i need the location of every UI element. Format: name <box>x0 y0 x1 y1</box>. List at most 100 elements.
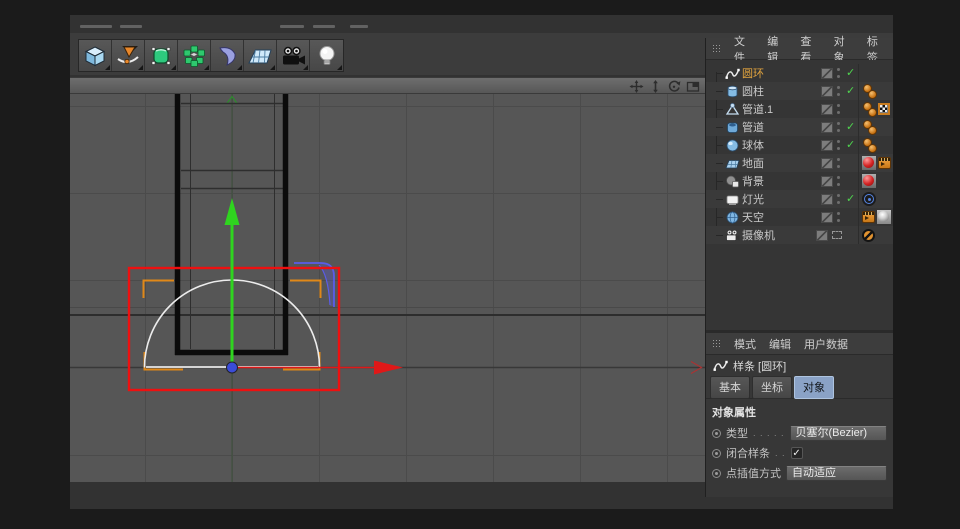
object-row[interactable]: 灯光✓ <box>706 190 893 208</box>
interpolation-dropdown[interactable]: 自动适应 <box>786 466 887 481</box>
object-row[interactable]: 地面 <box>706 154 893 172</box>
modeling-array-button[interactable] <box>178 40 211 71</box>
menu-item[interactable]: 用户数据 <box>804 336 848 352</box>
attribute-manager-menu: 模式编辑用户数据 <box>706 333 893 355</box>
leader-dots: . . <box>775 448 786 458</box>
visibility-dots[interactable] <box>837 68 843 79</box>
pen-spline-icon <box>115 44 141 68</box>
light-tool-button[interactable] <box>310 40 343 71</box>
keyframe-circle-icon[interactable] <box>712 429 721 438</box>
menu-item[interactable]: 模式 <box>734 336 756 352</box>
menu-smudge <box>120 25 142 28</box>
close-spline-checkbox[interactable]: ✓ <box>791 447 803 459</box>
object-row[interactable]: 管道.1 <box>706 100 893 118</box>
keyframe-circle-icon[interactable] <box>712 469 721 478</box>
object-row[interactable]: 管道✓ <box>706 118 893 136</box>
dropdown-corner <box>138 65 143 70</box>
compositing-tag[interactable] <box>862 211 875 223</box>
compositing-tag[interactable] <box>878 157 891 169</box>
phong-tag[interactable] <box>862 84 876 98</box>
material-red-tag[interactable] <box>862 156 876 170</box>
visibility-dots[interactable] <box>837 122 843 133</box>
tab-坐标[interactable]: 坐标 <box>752 376 792 399</box>
deformer-button[interactable] <box>211 40 244 71</box>
array-icon <box>181 44 207 68</box>
layer-chip[interactable] <box>821 176 833 187</box>
toggle-view-icon[interactable] <box>685 80 701 94</box>
layer-chip[interactable] <box>821 122 833 133</box>
phong-tag[interactable] <box>862 138 876 152</box>
target-tag[interactable] <box>862 192 876 206</box>
visibility-dots[interactable] <box>837 104 843 115</box>
tree-stub <box>716 217 723 218</box>
keyframe-circle-icon[interactable] <box>712 449 721 458</box>
tree-stub <box>716 163 723 164</box>
material-red-tag[interactable] <box>862 174 876 188</box>
visibility-dots[interactable] <box>837 158 843 169</box>
visibility-dots[interactable] <box>837 86 843 97</box>
tube-icon <box>724 120 740 134</box>
enable-check-icon[interactable]: ✓ <box>846 140 858 151</box>
y-axis-handle[interactable] <box>225 198 240 365</box>
dolly-icon[interactable] <box>647 80 663 94</box>
layer-chip[interactable] <box>821 140 833 151</box>
enable-check-icon[interactable]: ✓ <box>846 86 858 97</box>
viewport-header <box>70 77 705 94</box>
pen-spline-button[interactable] <box>112 40 145 71</box>
enable-check-icon[interactable]: ✓ <box>846 68 858 79</box>
object-label: 球体 <box>742 137 821 153</box>
grid-dots-icon[interactable] <box>712 339 721 348</box>
enable-check-icon[interactable]: ✓ <box>846 194 858 205</box>
pan-icon[interactable] <box>628 80 644 94</box>
dropdown-corner <box>237 65 242 70</box>
phong-tag[interactable] <box>862 120 876 134</box>
app-window: 文件编辑查看对象标签 圆环✓圆柱✓管道.1管道✓球体✓地面背景灯光✓天空摄像机 … <box>70 15 893 509</box>
object-row[interactable]: 圆环✓ <box>706 64 893 82</box>
toolbar-button-group <box>78 39 344 72</box>
viewport-canvas[interactable] <box>70 94 705 482</box>
visibility-dots[interactable] <box>837 212 843 223</box>
tab-基本[interactable]: 基本 <box>710 376 750 399</box>
visibility-dots[interactable] <box>837 140 843 151</box>
camera-active-icon[interactable] <box>832 231 842 239</box>
layer-chip[interactable] <box>821 158 833 169</box>
enable-check-icon[interactable]: ✓ <box>846 122 858 133</box>
phong-tag[interactable] <box>862 102 876 116</box>
layer-chip[interactable] <box>821 68 833 79</box>
floor-environment-button[interactable] <box>244 40 277 71</box>
layer-chip[interactable] <box>821 212 833 223</box>
camera-tool-button[interactable] <box>277 40 310 71</box>
axis-center-handle[interactable] <box>227 362 238 373</box>
tag-column <box>858 154 893 172</box>
object-row[interactable]: 摄像机 <box>706 226 893 244</box>
object-label: 天空 <box>742 209 821 225</box>
tab-对象[interactable]: 对象 <box>794 376 834 399</box>
spline-icon <box>712 359 728 373</box>
object-manager-list[interactable]: 圆环✓圆柱✓管道.1管道✓球体 ✓ 地面背景灯光✓天空摄像机 <box>706 60 893 330</box>
visibility-dots[interactable] <box>837 176 843 187</box>
type-dropdown[interactable]: 贝塞尔(Bezier) <box>790 426 887 441</box>
object-row[interactable]: 天空 <box>706 208 893 226</box>
noise-material-tag[interactable] <box>877 210 891 224</box>
visibility-dots[interactable] <box>837 194 843 205</box>
object-row[interactable]: 球体 ✓ <box>706 136 893 154</box>
subdivision-surface-button[interactable] <box>145 40 178 71</box>
object-row[interactable]: 背景 <box>706 172 893 190</box>
grid-dots-icon[interactable] <box>712 44 721 53</box>
layer-chip[interactable] <box>816 230 828 241</box>
subdivision-icon <box>148 44 174 68</box>
layer-chip[interactable] <box>821 86 833 97</box>
object-row[interactable]: 圆柱✓ <box>706 82 893 100</box>
layer-chip[interactable] <box>821 194 833 205</box>
protection-tag[interactable] <box>862 229 875 242</box>
tree-stub <box>716 235 723 236</box>
rotate-icon[interactable] <box>666 80 682 94</box>
menu-item[interactable]: 编辑 <box>769 336 791 352</box>
tag-column <box>858 226 893 244</box>
texture-tag[interactable] <box>878 103 890 115</box>
object-label: 摄像机 <box>742 227 816 243</box>
object-label: 管道.1 <box>742 101 821 117</box>
layer-chip[interactable] <box>821 104 833 115</box>
dropdown-corner <box>337 65 342 70</box>
primitive-cube-button[interactable] <box>79 40 112 71</box>
